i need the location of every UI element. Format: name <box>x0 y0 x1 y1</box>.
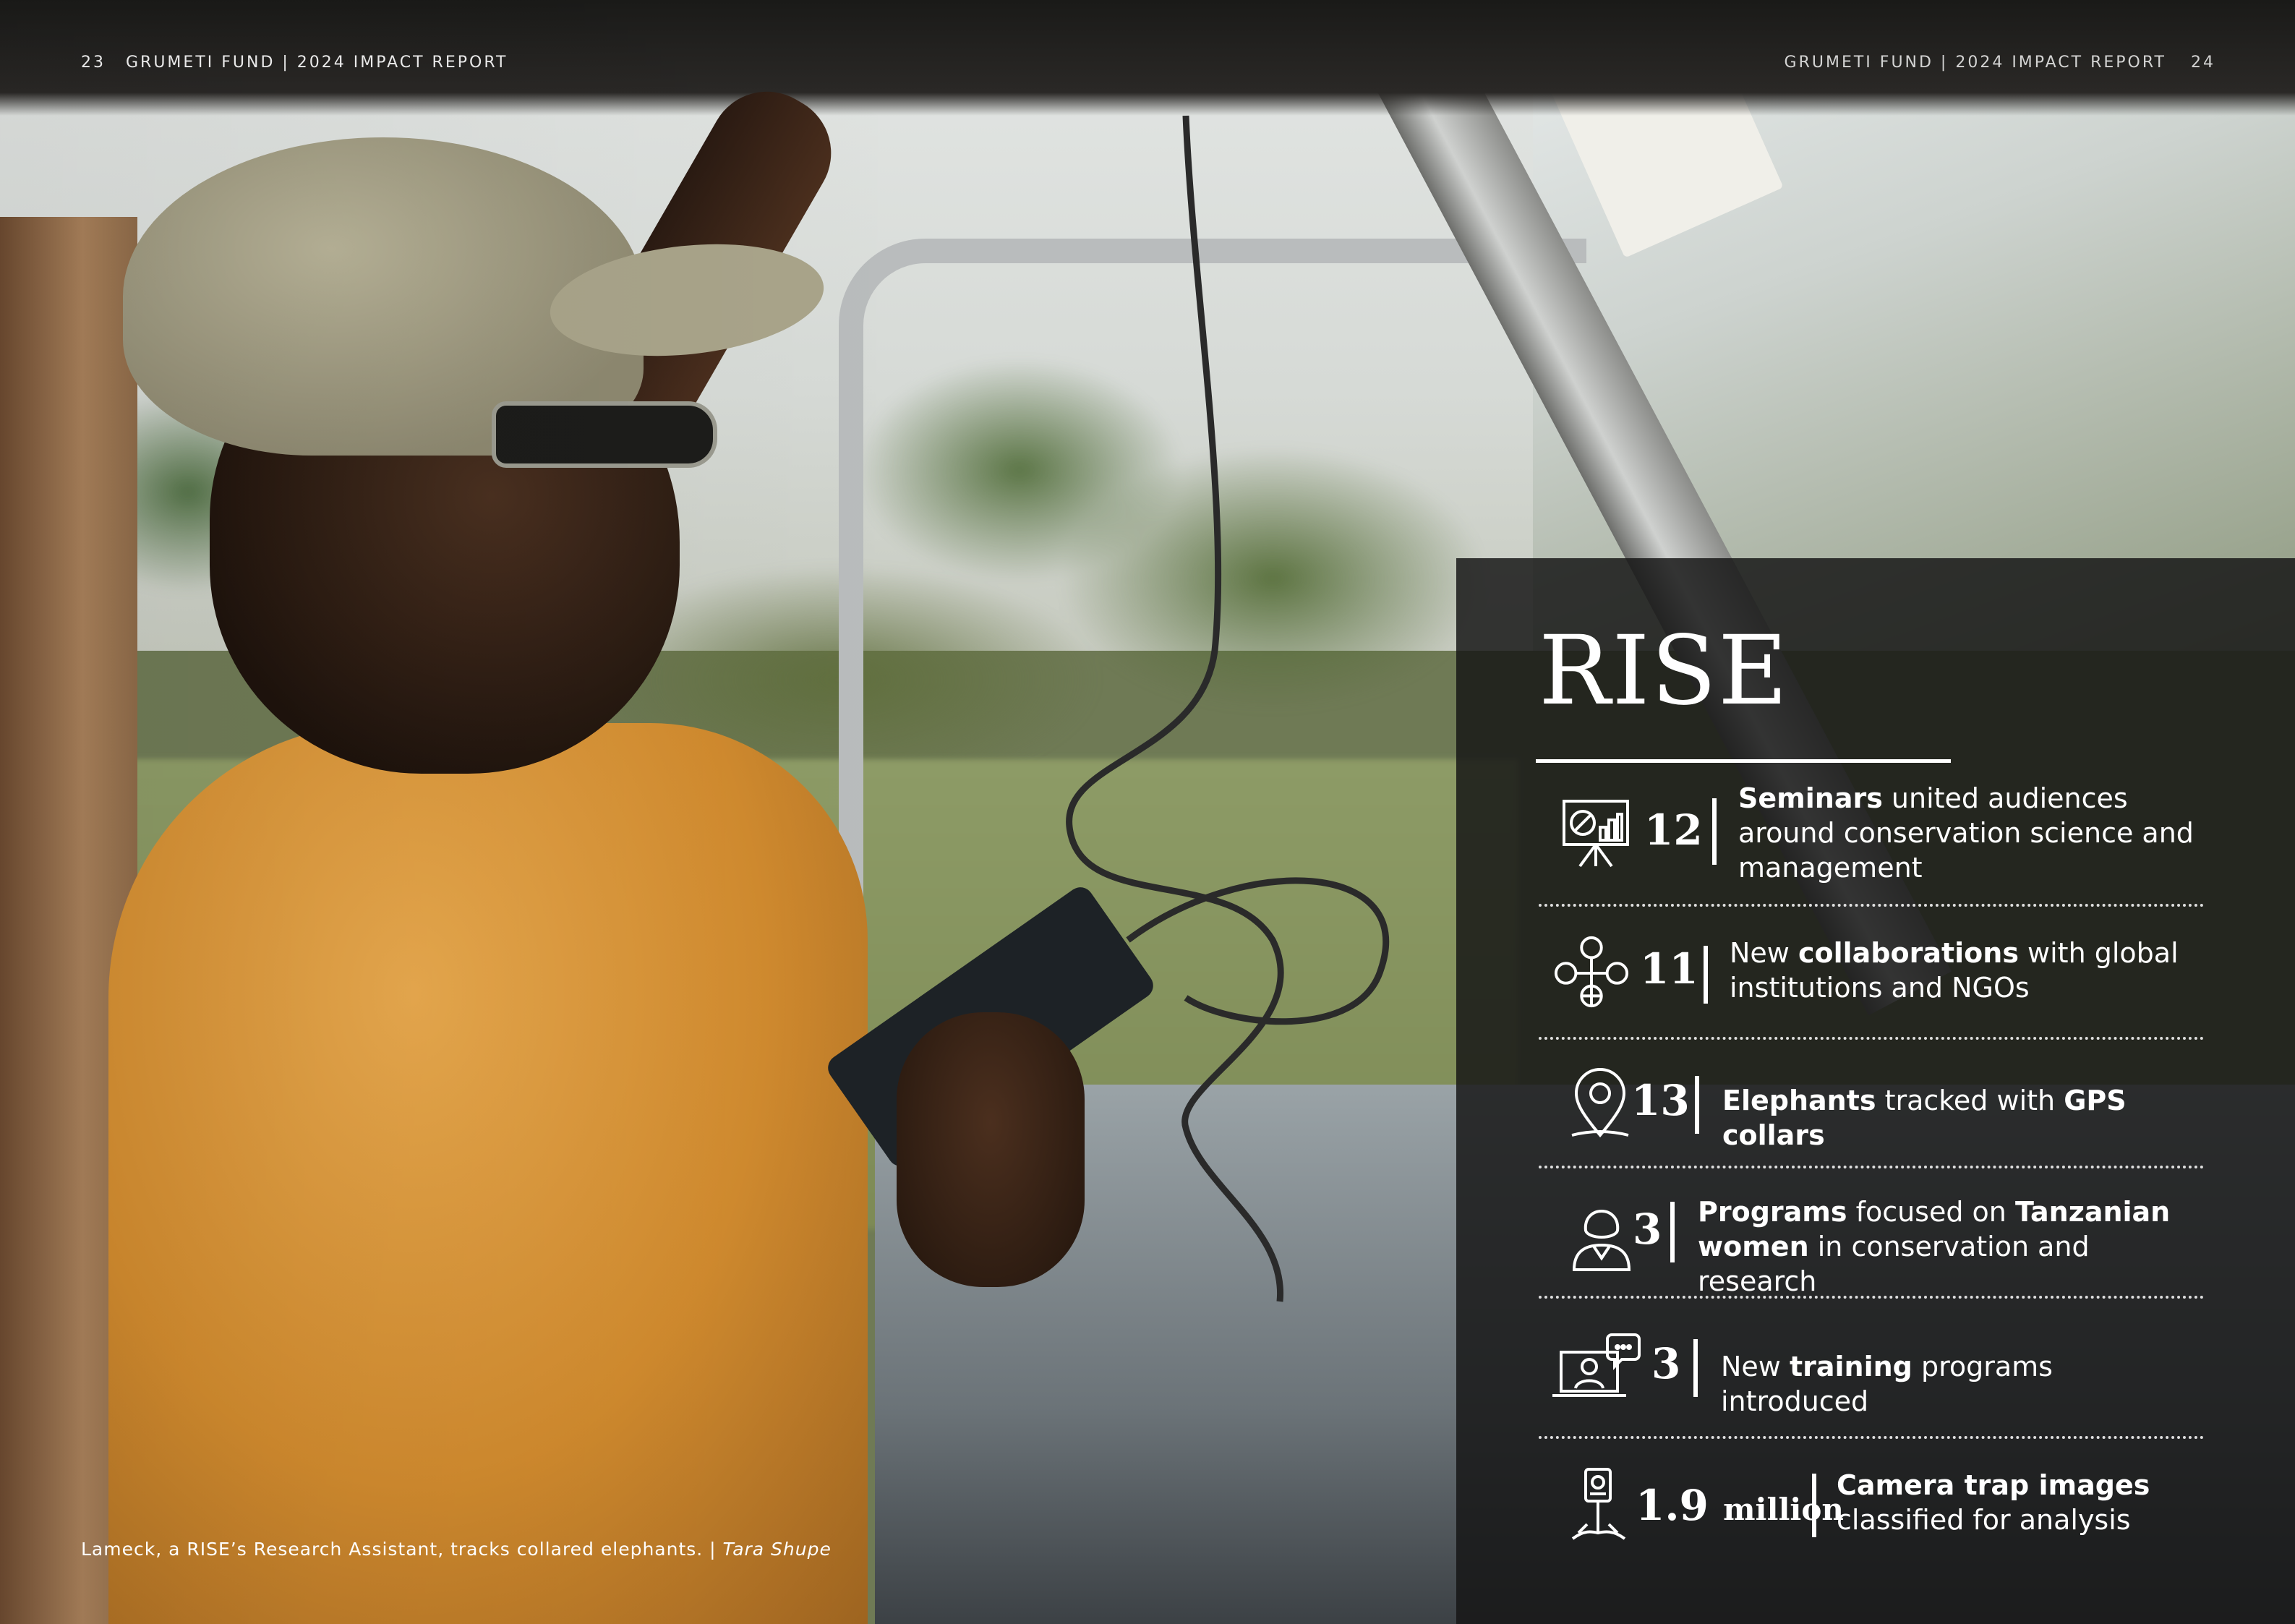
stat-value: 11 <box>1640 944 1698 993</box>
camera-trap-icon <box>1566 1446 1631 1562</box>
stat-divider <box>1539 1166 2204 1168</box>
header-right: GRUMETI FUND | 2024 IMPACT REPORT 24 <box>1785 54 2215 72</box>
stat-description-text: New <box>1730 937 1798 969</box>
stat-separator <box>1695 1076 1699 1134</box>
stat-separator <box>1693 1339 1698 1397</box>
caption-text: Lameck, a RISE’s Research Assistant, tra… <box>81 1539 723 1560</box>
stat-description-text: focused on <box>1847 1196 2015 1228</box>
stat-programs: 3 Programs focused on Tanzanian women in… <box>1539 1177 2204 1297</box>
stat-description: New training programs introduced <box>1721 1349 2198 1419</box>
stat-description-bold: collaborations <box>1798 937 2019 969</box>
stat-description: Programs focused on Tanzanian women in c… <box>1698 1195 2189 1299</box>
photo-caption: Lameck, a RISE’s Research Assistant, tra… <box>81 1539 832 1560</box>
stat-unit: million <box>1723 1492 1844 1527</box>
stat-description-bold: Elephants <box>1722 1085 1876 1116</box>
page-number-right: 24 <box>2191 54 2215 72</box>
woman-professional-icon <box>1562 1177 1641 1293</box>
stat-number: 1.9 <box>1636 1481 1709 1530</box>
title-underline <box>1536 759 1951 763</box>
stat-value: 3 <box>1651 1339 1681 1388</box>
location-pin-icon <box>1560 1046 1640 1161</box>
panel-title: RISE <box>1539 615 1790 727</box>
stat-training: 3 New training programs introduced <box>1539 1310 2204 1426</box>
stat-seminars: 12 Seminars united audiences around cons… <box>1539 775 2204 891</box>
stat-divider <box>1539 1296 2204 1299</box>
stat-description-bold: Programs <box>1698 1196 1847 1228</box>
stat-elephants: 13 Elephants tracked with GPS collars <box>1539 1046 2204 1161</box>
stat-divider <box>1539 904 2204 907</box>
stat-description-text: classified for analysis <box>1837 1504 2131 1536</box>
report-title-right: GRUMETI FUND | 2024 IMPACT REPORT <box>1784 54 2166 72</box>
stat-description: Elephants tracked with GPS collars <box>1722 1083 2228 1153</box>
stat-value: 12 <box>1644 805 1703 855</box>
stat-camera-trap: 1.9 million Camera trap images classifie… <box>1539 1446 2204 1562</box>
stat-divider <box>1539 1037 2204 1040</box>
stat-description-text: tracked with <box>1876 1085 2064 1116</box>
stat-divider <box>1539 1436 2204 1439</box>
stat-description-text: New <box>1721 1351 1790 1382</box>
presentation-board-icon <box>1556 775 1636 891</box>
stat-description: New collaborations with global instituti… <box>1730 936 2192 1005</box>
stat-separator <box>1704 946 1708 1004</box>
stat-separator <box>1812 1474 1816 1537</box>
stat-separator <box>1670 1202 1675 1262</box>
stat-value: 13 <box>1631 1076 1690 1125</box>
photo-credit: Tara Shupe <box>722 1539 832 1560</box>
stat-collaborations: 11 New collaborations with global instit… <box>1539 914 2204 1030</box>
stat-value: 3 <box>1633 1205 1662 1254</box>
stat-description: Camera trap images classified for analys… <box>1837 1468 2213 1537</box>
stat-description-bold: Camera trap images <box>1837 1469 2150 1501</box>
stat-description-bold: Seminars <box>1738 782 1883 814</box>
header-left: 23 GRUMETI FUND | 2024 IMPACT REPORT <box>81 54 508 72</box>
online-training-icon <box>1549 1310 1643 1426</box>
stat-description: Seminars united audiences around conserv… <box>1738 781 2215 885</box>
stat-description-bold: training <box>1789 1351 1912 1382</box>
global-collaboration-icon <box>1552 914 1631 1030</box>
report-title-left: GRUMETI FUND | 2024 IMPACT REPORT <box>126 54 508 72</box>
page-number-left: 23 <box>81 54 106 72</box>
stat-separator <box>1712 798 1717 865</box>
